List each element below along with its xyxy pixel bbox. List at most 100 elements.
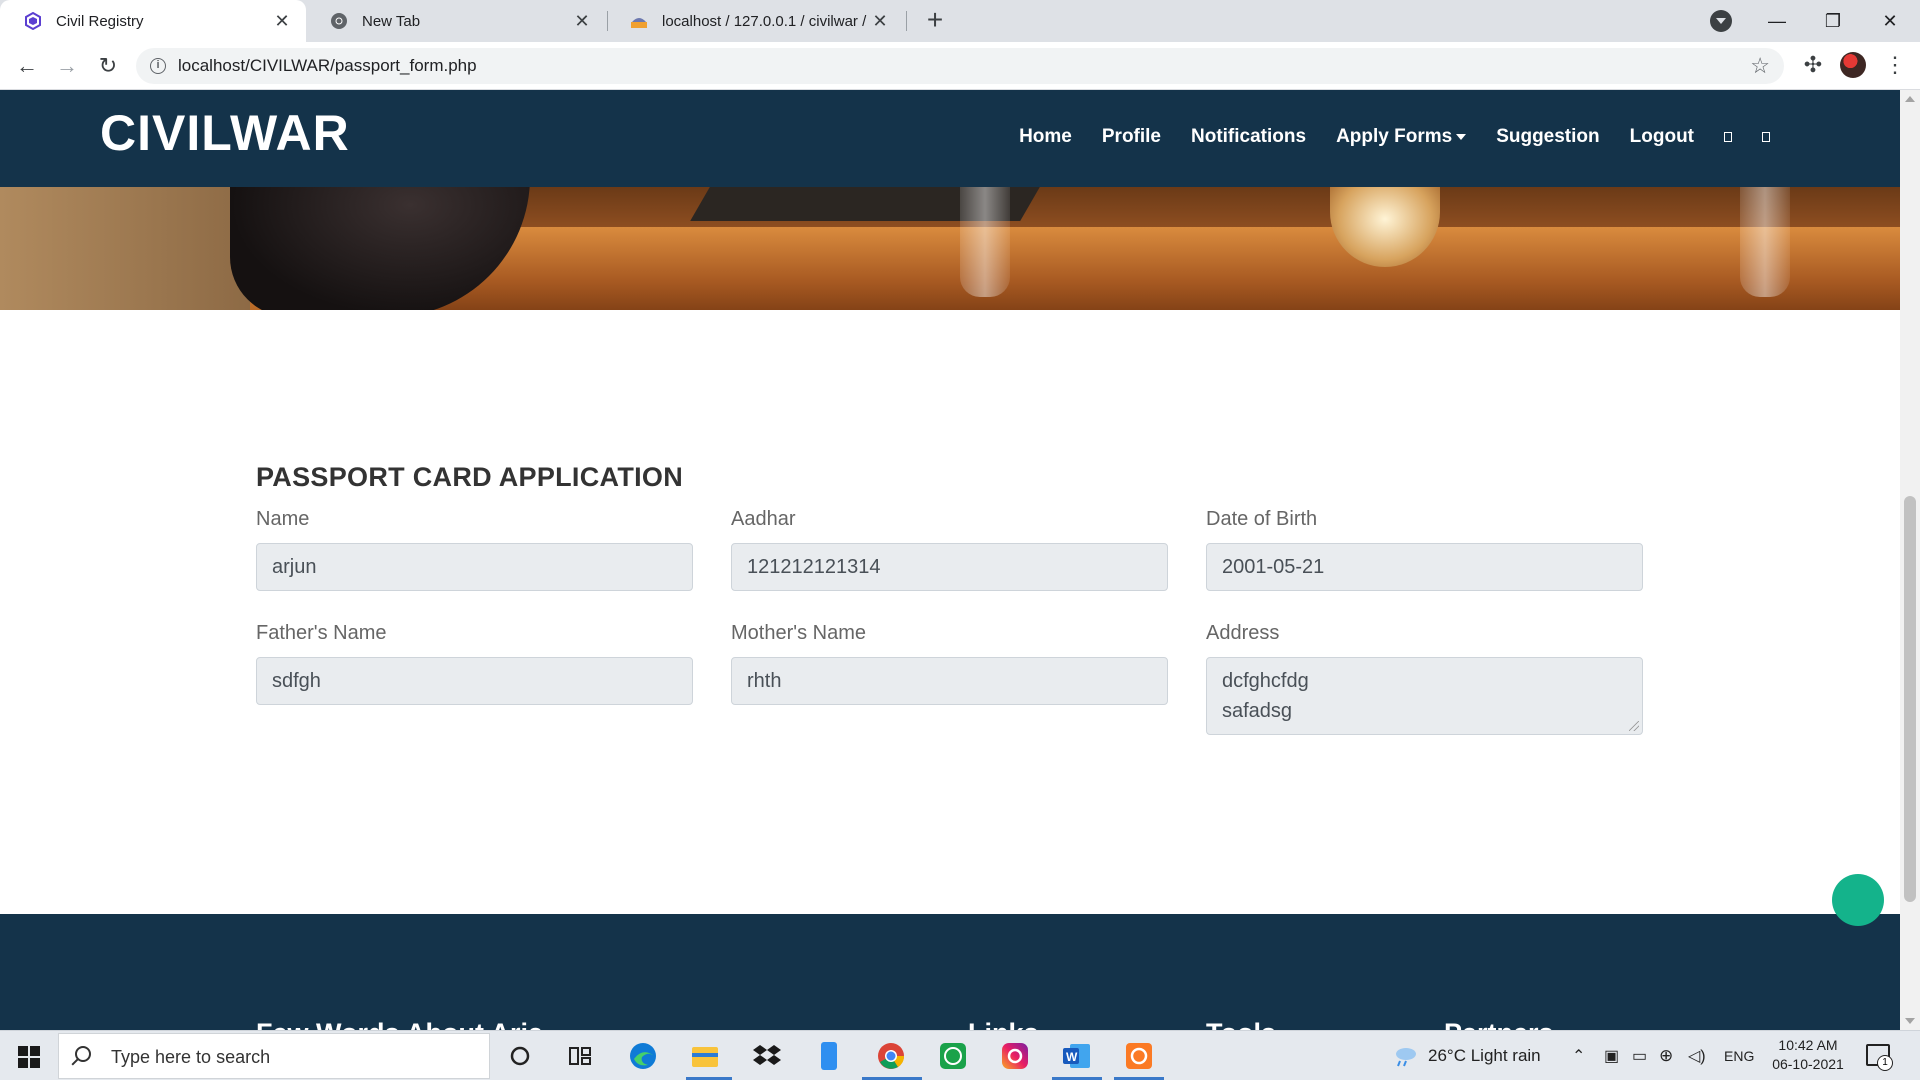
notification-count-badge: 1	[1877, 1055, 1893, 1071]
battery-icon[interactable]: ▭	[1632, 1046, 1647, 1066]
new-tab-plus-icon[interactable]: +	[920, 6, 950, 36]
site-footer: Few Words About Aria Links Tools Partner…	[0, 914, 1900, 1030]
clock-time: 10:42 AM	[1778, 1037, 1838, 1053]
footer-heading-links: Links	[968, 1018, 1039, 1030]
address-textarea[interactable]: dcfghcfdg safadsg	[1206, 657, 1643, 735]
back-arrow-icon[interactable]: ←	[13, 52, 41, 80]
tab-strip: Civil Registry ✕ New Tab ✕ localhost / 1…	[0, 0, 1920, 42]
weather-rain-icon[interactable]	[1388, 1039, 1422, 1073]
language-indicator[interactable]: ENG	[1724, 1048, 1754, 1064]
forward-arrow-icon[interactable]: →	[53, 52, 81, 80]
passport-form: PASSPORT CARD APPLICATION Name arjun Aad…	[256, 462, 1646, 735]
hero-glass	[960, 187, 1010, 297]
chrome-favicon-icon	[330, 12, 348, 30]
form-title: PASSPORT CARD APPLICATION	[256, 462, 684, 492]
address-line: dcfghcfdg	[1222, 670, 1309, 692]
father-label: Father's Name	[256, 622, 387, 644]
missing-glyph-icon[interactable]	[1762, 132, 1770, 142]
search-icon	[75, 1046, 91, 1062]
clock-date: 06-10-2021	[1772, 1056, 1844, 1072]
nav-profile-link[interactable]: Profile	[1102, 126, 1161, 148]
name-field-group: Name arjun	[256, 508, 693, 591]
reload-icon[interactable]: ↻	[94, 52, 122, 80]
file-explorer-icon[interactable]	[688, 1039, 722, 1073]
xampp-icon[interactable]	[1122, 1039, 1156, 1073]
meet-now-icon[interactable]: ▣	[1604, 1046, 1619, 1066]
edge-browser-icon[interactable]	[626, 1039, 660, 1073]
missing-glyph-icon[interactable]	[1724, 132, 1732, 142]
hero-table	[380, 227, 1900, 310]
site-info-icon[interactable]: i	[150, 58, 166, 74]
scrollbar-thumb[interactable]	[1904, 496, 1916, 902]
dropdown-caret-icon	[1456, 133, 1467, 140]
main-nav: Home Profile Notifications Apply Forms S…	[1019, 126, 1770, 148]
mother-label: Mother's Name	[731, 622, 866, 644]
tab-search-icon[interactable]	[1710, 10, 1732, 32]
close-tab-icon[interactable]: ✕	[272, 11, 292, 31]
father-name-input[interactable]: sdfgh	[256, 657, 693, 705]
address-label: Address	[1206, 622, 1280, 644]
nav-notifications-link[interactable]: Notifications	[1191, 126, 1306, 148]
tab-phpmyadmin[interactable]: localhost / 127.0.0.1 / civilwar / u ✕	[606, 0, 904, 42]
civil-registry-favicon-icon	[24, 12, 42, 30]
footer-heading-about: Few Words About Aria	[256, 1018, 543, 1030]
floating-action-button[interactable]	[1832, 874, 1884, 926]
phpmyadmin-favicon-icon	[630, 12, 648, 30]
extensions-puzzle-icon[interactable]: ✣	[1800, 52, 1826, 78]
nav-home-link[interactable]: Home	[1019, 126, 1072, 148]
dob-label: Date of Birth	[1206, 508, 1318, 530]
father-field-group: Father's Name sdfgh	[256, 622, 693, 705]
tab-title: localhost / 127.0.0.1 / civilwar / u	[662, 12, 870, 30]
dob-input[interactable]: 2001-05-21	[1206, 543, 1643, 591]
restore-icon[interactable]: ❐	[1813, 4, 1853, 38]
phone-app-icon[interactable]	[812, 1039, 846, 1073]
close-window-icon[interactable]: ✕	[1870, 4, 1910, 38]
close-tab-icon[interactable]: ✕	[572, 11, 592, 31]
windows-start-icon[interactable]	[18, 1046, 40, 1068]
nav-apply-forms-dropdown[interactable]: Apply Forms	[1336, 126, 1467, 148]
url-text[interactable]: localhost/CIVILWAR/passport_form.php	[178, 56, 477, 76]
show-hidden-icons-chevron-icon[interactable]: ⌃	[1572, 1046, 1585, 1066]
search-placeholder: Type here to search	[111, 1047, 271, 1067]
nav-suggestion-link[interactable]: Suggestion	[1496, 126, 1599, 148]
weather-text[interactable]: 26°C Light rain	[1428, 1046, 1541, 1066]
dropbox-icon[interactable]	[750, 1039, 784, 1073]
volume-icon[interactable]: ◁)	[1688, 1046, 1706, 1066]
task-view-icon[interactable]	[563, 1039, 597, 1073]
tab-new-tab[interactable]: New Tab ✕	[306, 0, 606, 42]
close-tab-icon[interactable]: ✕	[870, 11, 890, 31]
address-field-group: Address dcfghcfdg safadsg	[1206, 622, 1643, 735]
footer-heading-tools: Tools	[1206, 1018, 1276, 1030]
page-scrollbar[interactable]	[1900, 90, 1920, 1030]
scroll-down-arrow-icon[interactable]	[1905, 1018, 1915, 1024]
resize-grip-icon[interactable]	[1629, 721, 1639, 731]
mother-field-group: Mother's Name rhth	[731, 622, 1168, 705]
bookmark-star-icon[interactable]: ☆	[1750, 53, 1770, 79]
scroll-up-arrow-icon[interactable]	[1905, 96, 1915, 102]
word-icon[interactable]: W	[1060, 1039, 1094, 1073]
address-bar[interactable]: i localhost/CIVILWAR/passport_form.php ☆	[136, 48, 1784, 84]
aadhar-field-group: Aadhar 121212121314	[731, 508, 1168, 591]
instagram-icon[interactable]	[998, 1039, 1032, 1073]
network-globe-icon[interactable]: ⊕	[1659, 1046, 1673, 1066]
chrome-icon[interactable]	[874, 1039, 908, 1073]
site-brand-logo[interactable]: CIVILWAR	[100, 104, 350, 162]
browser-menu-icon[interactable]: ⋮	[1882, 52, 1908, 78]
apply-forms-label: Apply Forms	[1336, 126, 1453, 147]
aadhar-input[interactable]: 121212121314	[731, 543, 1168, 591]
tab-civil-registry[interactable]: Civil Registry ✕	[0, 0, 306, 42]
profile-avatar[interactable]	[1840, 52, 1866, 78]
hero-wall	[0, 187, 250, 310]
clock[interactable]: 10:42 AM 06-10-2021	[1768, 1036, 1848, 1074]
mother-name-input[interactable]: rhth	[731, 657, 1168, 705]
taskbar-search-box[interactable]: Type here to search	[58, 1033, 490, 1079]
nav-logout-link[interactable]: Logout	[1630, 126, 1694, 148]
whatsapp-icon[interactable]	[936, 1039, 970, 1073]
tab-title: New Tab	[362, 12, 421, 30]
hero-glass	[1740, 187, 1790, 297]
minimize-icon[interactable]: —	[1757, 4, 1797, 38]
footer-heading-partners: Partners	[1444, 1018, 1554, 1030]
name-input[interactable]: arjun	[256, 543, 693, 591]
browser-toolbar: ← → ↻ i localhost/CIVILWAR/passport_form…	[0, 42, 1920, 90]
cortana-icon[interactable]	[503, 1039, 537, 1073]
